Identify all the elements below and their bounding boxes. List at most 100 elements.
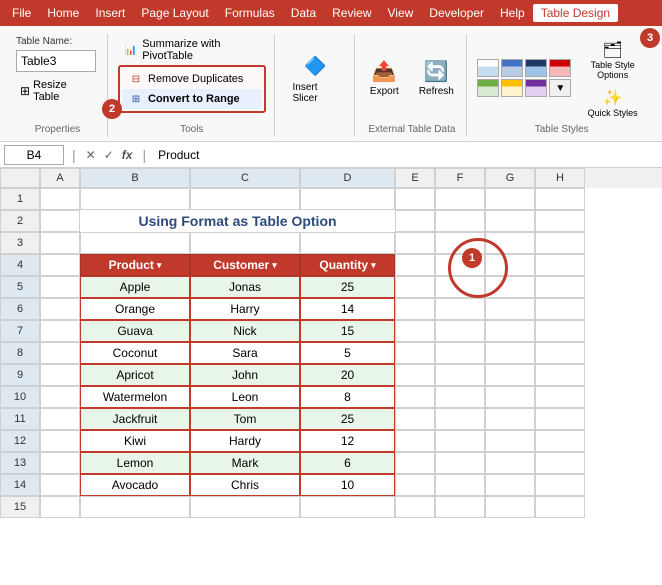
col-header-c[interactable]: C	[190, 168, 300, 188]
col-header-d[interactable]: D	[300, 168, 395, 188]
cell-g2[interactable]	[485, 210, 535, 232]
cell-b8[interactable]: Coconut	[80, 342, 190, 364]
remove-duplicates-button[interactable]: ⊟ Remove Duplicates	[122, 69, 262, 89]
cell-d6[interactable]: 14	[300, 298, 395, 320]
row-header-11[interactable]: 11	[0, 408, 40, 430]
col-header-f[interactable]: F	[435, 168, 485, 188]
col-header-a[interactable]: A	[40, 168, 80, 188]
row-header-14[interactable]: 14	[0, 474, 40, 496]
quick-styles-button[interactable]: ✨ Quick Styles	[579, 86, 646, 120]
cell-f7[interactable]	[435, 320, 485, 342]
col-header-e[interactable]: E	[395, 168, 435, 188]
cell-h7[interactable]	[535, 320, 585, 342]
cell-c9[interactable]: John	[190, 364, 300, 386]
cell-f2[interactable]	[435, 210, 485, 232]
row-header-8[interactable]: 8	[0, 342, 40, 364]
cell-d7[interactable]: 15	[300, 320, 395, 342]
confirm-formula-icon[interactable]: ✓	[102, 146, 116, 164]
customer-dropdown-icon[interactable]: ▾	[272, 260, 277, 271]
menu-insert[interactable]: Insert	[87, 4, 133, 22]
cell-e8[interactable]	[395, 342, 435, 364]
cell-b12[interactable]: Kiwi	[80, 430, 190, 452]
cell-f3[interactable]	[435, 232, 485, 254]
cell-e6[interactable]	[395, 298, 435, 320]
row-header-10[interactable]: 10	[0, 386, 40, 408]
menu-review[interactable]: Review	[324, 4, 379, 22]
cell-d1[interactable]	[300, 188, 395, 210]
cell-b6[interactable]: Orange	[80, 298, 190, 320]
cell-h12[interactable]	[535, 430, 585, 452]
cell-g8[interactable]	[485, 342, 535, 364]
cell-a13[interactable]	[40, 452, 80, 474]
cell-g4[interactable]	[485, 254, 535, 276]
cell-b10[interactable]: Watermelon	[80, 386, 190, 408]
cell-f8[interactable]	[435, 342, 485, 364]
cell-e2[interactable]	[395, 210, 435, 232]
cell-c14[interactable]: Chris	[190, 474, 300, 496]
cell-c5[interactable]: Jonas	[190, 276, 300, 298]
cell-f5[interactable]	[435, 276, 485, 298]
summarize-pivot-button[interactable]: 📊 Summarize with PivotTable	[118, 36, 266, 64]
cell-b7[interactable]: Guava	[80, 320, 190, 342]
cell-h14[interactable]	[535, 474, 585, 496]
cell-h10[interactable]	[535, 386, 585, 408]
style-swatch-4[interactable]	[549, 59, 571, 77]
menu-data[interactable]: Data	[283, 4, 324, 22]
cell-a1[interactable]	[40, 188, 80, 210]
cell-e12[interactable]	[395, 430, 435, 452]
cell-e5[interactable]	[395, 276, 435, 298]
cell-d5[interactable]: 25	[300, 276, 395, 298]
cell-b5[interactable]: Apple	[80, 276, 190, 298]
cell-g13[interactable]	[485, 452, 535, 474]
cell-c7[interactable]: Nick	[190, 320, 300, 342]
fx-icon[interactable]: fx	[120, 146, 135, 164]
export-button[interactable]: 📤 Export	[364, 57, 405, 99]
cell-d11[interactable]: 25	[300, 408, 395, 430]
menu-page-layout[interactable]: Page Layout	[133, 4, 216, 22]
cell-d9[interactable]: 20	[300, 364, 395, 386]
cell-g15[interactable]	[485, 496, 535, 518]
cell-e14[interactable]	[395, 474, 435, 496]
cell-d4[interactable]: Quantity ▾	[300, 254, 395, 276]
cell-a7[interactable]	[40, 320, 80, 342]
cell-e1[interactable]	[395, 188, 435, 210]
cell-a3[interactable]	[40, 232, 80, 254]
cell-e11[interactable]	[395, 408, 435, 430]
cell-a15[interactable]	[40, 496, 80, 518]
style-swatch-2[interactable]	[501, 59, 523, 77]
cell-a9[interactable]	[40, 364, 80, 386]
cancel-formula-icon[interactable]: ✕	[84, 146, 98, 164]
refresh-button[interactable]: 🔄 Refresh	[413, 57, 460, 99]
cell-c1[interactable]	[190, 188, 300, 210]
cell-c4[interactable]: Customer ▾	[190, 254, 300, 276]
cell-a12[interactable]	[40, 430, 80, 452]
product-dropdown-icon[interactable]: ▾	[157, 260, 162, 271]
col-header-g[interactable]: G	[485, 168, 535, 188]
cell-b2[interactable]: Using Format as Table Option	[80, 210, 395, 232]
row-header-1[interactable]: 1	[0, 188, 40, 210]
row-header-12[interactable]: 12	[0, 430, 40, 452]
resize-table-button[interactable]: ⊞ Resize Table	[16, 77, 99, 105]
row-header-9[interactable]: 9	[0, 364, 40, 386]
cell-g14[interactable]	[485, 474, 535, 496]
cell-a14[interactable]	[40, 474, 80, 496]
cell-a4[interactable]	[40, 254, 80, 276]
row-header-3[interactable]: 3	[0, 232, 40, 254]
cell-e15[interactable]	[395, 496, 435, 518]
cell-h1[interactable]	[535, 188, 585, 210]
table-name-input[interactable]	[16, 50, 96, 72]
row-header-13[interactable]: 13	[0, 452, 40, 474]
cell-h8[interactable]	[535, 342, 585, 364]
row-header-7[interactable]: 7	[0, 320, 40, 342]
cell-d12[interactable]: 12	[300, 430, 395, 452]
cell-b3[interactable]	[80, 232, 190, 254]
cell-h15[interactable]	[535, 496, 585, 518]
cell-b15[interactable]	[80, 496, 190, 518]
cell-c6[interactable]: Harry	[190, 298, 300, 320]
cell-h13[interactable]	[535, 452, 585, 474]
cell-c13[interactable]: Mark	[190, 452, 300, 474]
cell-c15[interactable]	[190, 496, 300, 518]
menu-home[interactable]: Home	[39, 4, 87, 22]
cell-a6[interactable]	[40, 298, 80, 320]
cell-e3[interactable]	[395, 232, 435, 254]
